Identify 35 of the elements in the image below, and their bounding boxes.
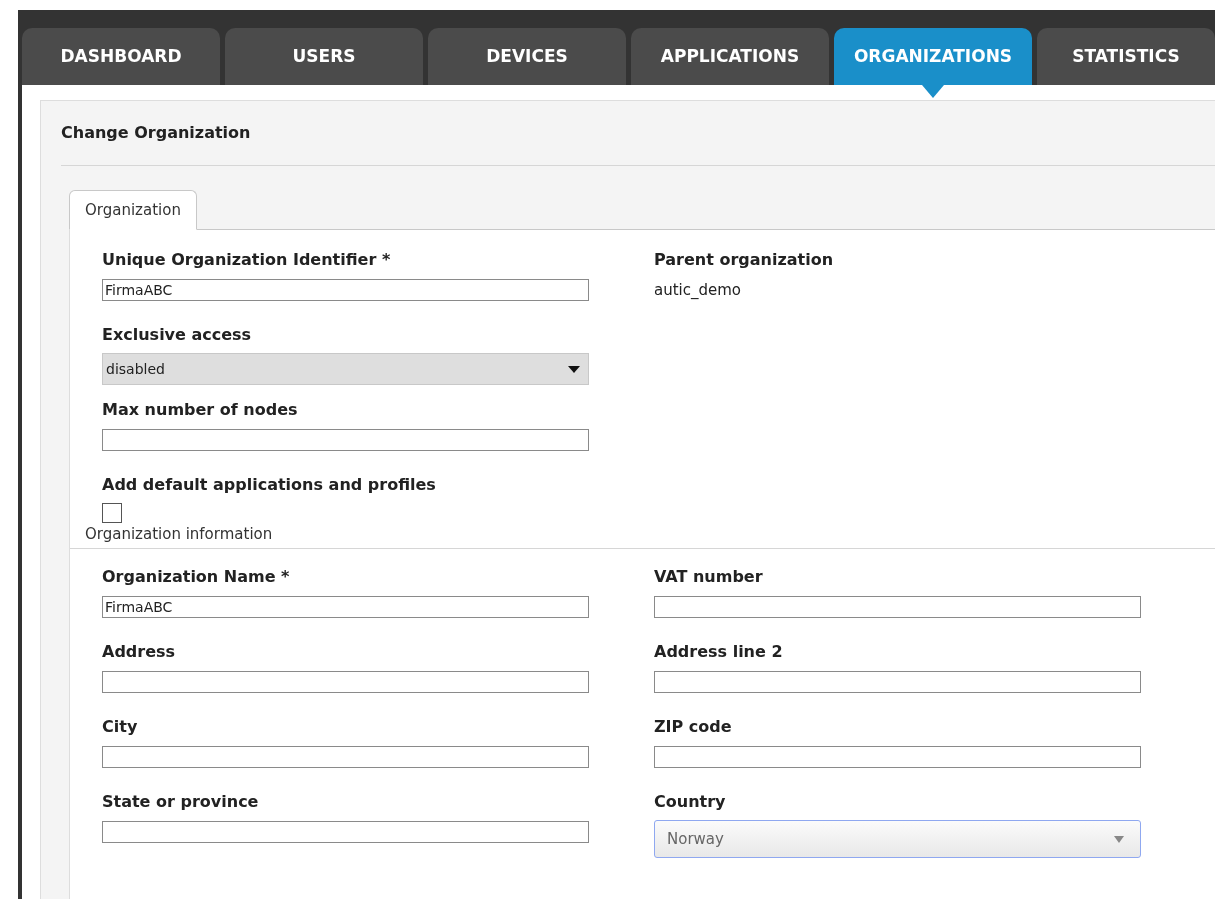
field-value: autic_demo <box>654 281 742 299</box>
text-field[interactable] <box>102 821 589 843</box>
nav-tab[interactable]: APPLICATIONS <box>631 28 829 85</box>
caret-icon <box>568 365 580 373</box>
text-field[interactable]: FirmaABC <box>102 279 589 301</box>
field-label: ZIP code <box>654 717 733 737</box>
field-label: Address line 2 <box>654 642 784 662</box>
panel-title: Change Organization <box>61 122 251 144</box>
field-label: City <box>102 717 139 737</box>
field-label: Exclusive access <box>102 325 253 345</box>
field-label: Add default applications and profiles <box>102 475 437 495</box>
nav-tab[interactable]: STATISTICS <box>1037 28 1215 85</box>
dropdown-field[interactable]: Norway <box>654 820 1141 858</box>
text-field[interactable] <box>654 671 1141 693</box>
field-label: Address <box>102 642 177 662</box>
text-field[interactable] <box>654 746 1141 768</box>
text-field[interactable] <box>102 429 589 451</box>
field-label: State or province <box>102 792 260 812</box>
text-field[interactable]: FirmaABC <box>102 596 589 618</box>
field-label: Max number of nodes <box>102 400 299 420</box>
field-label: Organization Name * <box>102 567 291 587</box>
text-field[interactable] <box>102 746 589 768</box>
nav-tab[interactable]: USERS <box>225 28 423 85</box>
nav-tab[interactable]: DEVICES <box>428 28 626 85</box>
field-label: Country <box>654 792 727 812</box>
checkbox[interactable] <box>102 503 122 523</box>
form-tab[interactable]: Organization <box>69 190 197 230</box>
section-title: Organization information <box>85 525 273 543</box>
text-field[interactable] <box>654 596 1141 618</box>
field-label: VAT number <box>654 567 764 587</box>
text-field[interactable] <box>102 671 589 693</box>
caret-icon <box>1114 835 1124 843</box>
field-label: Parent organization <box>654 250 835 270</box>
field-label: Unique Organization Identifier * <box>102 250 392 270</box>
nav-tab[interactable]: DASHBOARD <box>22 28 220 85</box>
